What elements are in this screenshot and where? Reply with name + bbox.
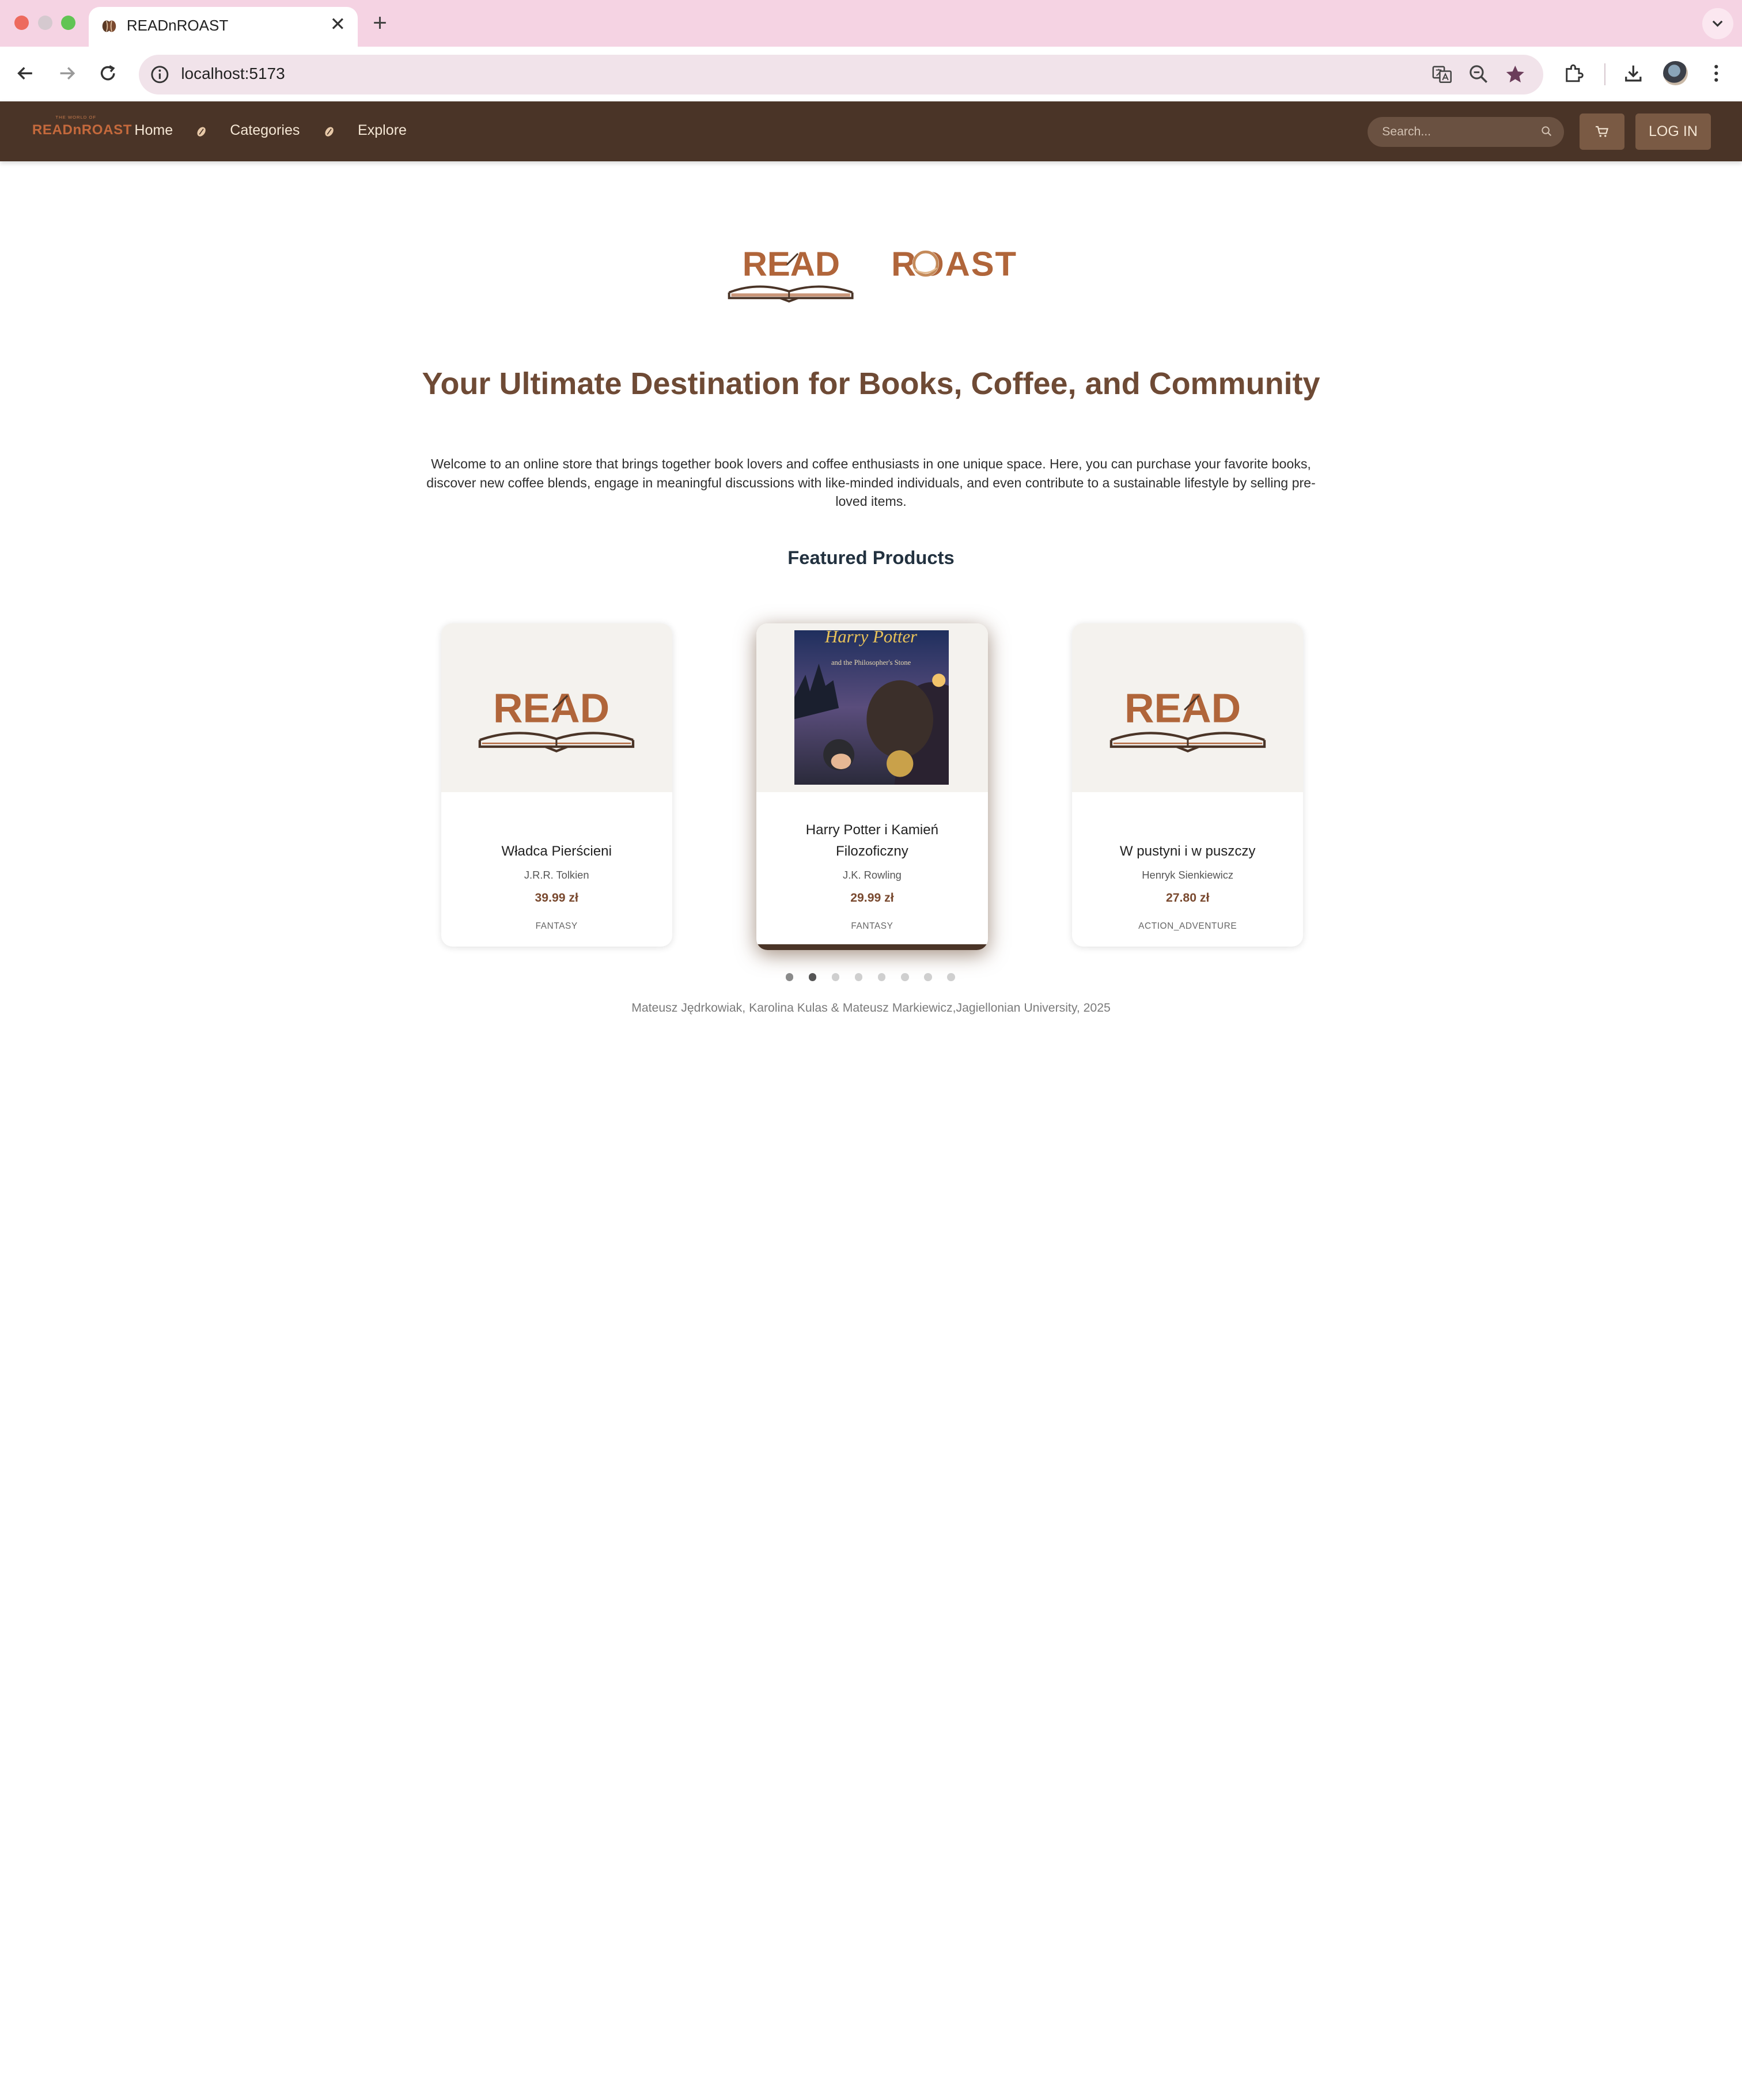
carousel-dot[interactable] (831, 973, 840, 981)
profile-avatar[interactable] (1663, 61, 1688, 86)
product-title[interactable]: Władca Pierścieni (452, 841, 661, 862)
featured-products-heading: Featured Products (787, 546, 955, 568)
carousel-dot[interactable] (854, 973, 863, 981)
svg-text:READ: READ (1124, 686, 1241, 732)
browser-window: READnROAST ✕ + localhost:5173 THE WORLD … (0, 0, 1742, 1089)
carousel-dot[interactable] (924, 973, 932, 981)
extensions-puzzle-icon[interactable] (1562, 62, 1585, 85)
hero-logo-roast: ROAST (891, 244, 1017, 283)
tab-close-icon[interactable]: ✕ (328, 13, 348, 35)
coffee-bean-favicon-icon (103, 20, 116, 32)
product-image: READ (441, 623, 672, 793)
download-icon[interactable] (1622, 62, 1645, 85)
product-card[interactable]: Harry Potter and the Philosopher's Stone… (756, 623, 988, 950)
svg-text:READ: READ (493, 686, 609, 732)
product-image: Harry Potter and the Philosopher's Stone (756, 623, 988, 793)
product-price: 39.99 zł (535, 891, 578, 905)
product-price: 29.99 zł (850, 891, 894, 905)
carousel-dot[interactable] (947, 973, 955, 981)
url-text[interactable]: localhost:5173 (181, 65, 285, 83)
hero-logo: READ ROAST (728, 244, 1017, 302)
product-author: J.K. Rowling (843, 869, 902, 881)
coffee-bean-icon (197, 127, 206, 137)
login-button[interactable]: LOG IN (1635, 113, 1711, 150)
read-book-logo-icon: READ (1109, 686, 1266, 752)
bookmark-star-icon[interactable] (1504, 63, 1527, 86)
product-author: J.R.R. Tolkien (524, 869, 589, 881)
site-search (1368, 116, 1565, 147)
product-category: FANTASY (851, 921, 893, 931)
footer-credits: Mateusz Jędrkowiak, Karolina Kulas & Mat… (631, 1001, 1111, 1015)
site-navbar: THE WORLD OF READnROAST Home Categories … (0, 101, 1742, 161)
product-category: ACTION_ADVENTURE (1138, 921, 1237, 931)
browser-toolbar: localhost:5173 (0, 47, 1742, 101)
product-title[interactable]: W pustyni i w puszczy (1083, 841, 1292, 862)
close-window-button[interactable] (14, 16, 29, 31)
nav-categories-link[interactable]: Categories (230, 122, 300, 139)
carousel-dot[interactable] (808, 973, 817, 981)
nav-home-link[interactable]: Home (134, 122, 173, 139)
tab-search-button[interactable] (1702, 7, 1733, 39)
translate-icon[interactable] (1431, 63, 1453, 86)
site-logo[interactable]: THE WORLD OF READnROAST (31, 114, 132, 148)
hero-description: Welcome to an online store that brings t… (426, 456, 1316, 509)
product-price: 27.80 zł (1165, 891, 1210, 905)
back-arrow-icon[interactable] (13, 61, 37, 85)
site-info-icon[interactable] (150, 65, 170, 85)
toolbar-separator (1604, 63, 1605, 86)
cover-title: Harry Potter (824, 630, 918, 646)
product-category: FANTASY (535, 921, 578, 931)
tab-title: READnROAST (126, 16, 229, 34)
nav-explore-link[interactable]: Explore (358, 122, 407, 139)
product-author: Henryk Sienkiewicz (1142, 869, 1234, 881)
site-logo-text: READnROAST (32, 122, 132, 138)
coffee-bean-icon (325, 127, 334, 137)
product-card[interactable]: READ Władca Pierścieni J.R.R. Tolkien 39… (441, 623, 672, 947)
carousel-dot[interactable] (785, 973, 794, 981)
site-logo-tagline: THE WORLD OF (55, 114, 97, 120)
product-image: READ (1072, 623, 1304, 793)
forward-arrow-icon[interactable] (55, 61, 79, 85)
maximize-window-button[interactable] (61, 16, 76, 31)
minimize-window-button[interactable] (37, 16, 52, 31)
product-card[interactable]: READ W pustyni i w puszczy Henryk Sienki… (1072, 623, 1304, 947)
hero-title: Your Ultimate Destination for Books, Cof… (422, 366, 1320, 401)
new-tab-button[interactable]: + (369, 9, 391, 37)
hero-logo-read: READ (742, 244, 839, 283)
cart-button[interactable] (1580, 113, 1624, 150)
book-cover-image: Harry Potter and the Philosopher's Stone (794, 630, 949, 785)
carousel-dot[interactable] (877, 973, 886, 981)
product-title[interactable]: Harry Potter i Kamień Filozoficzny (768, 820, 977, 862)
tab-strip: READnROAST ✕ + (0, 0, 1742, 47)
browser-tab[interactable]: READnROAST ✕ (89, 6, 358, 47)
cover-subtitle: and the Philosopher's Stone (831, 658, 911, 666)
search-icon[interactable] (1541, 126, 1552, 137)
cart-icon (1596, 126, 1609, 137)
search-input[interactable] (1382, 122, 1538, 141)
read-book-logo-icon: READ (479, 686, 635, 752)
zoom-out-icon[interactable] (1468, 63, 1490, 86)
address-bar[interactable]: localhost:5173 (139, 54, 1543, 94)
reload-icon[interactable] (96, 61, 120, 85)
more-menu-icon[interactable] (1705, 62, 1728, 85)
chevron-down-icon (1712, 20, 1723, 27)
carousel-dot[interactable] (901, 973, 909, 981)
